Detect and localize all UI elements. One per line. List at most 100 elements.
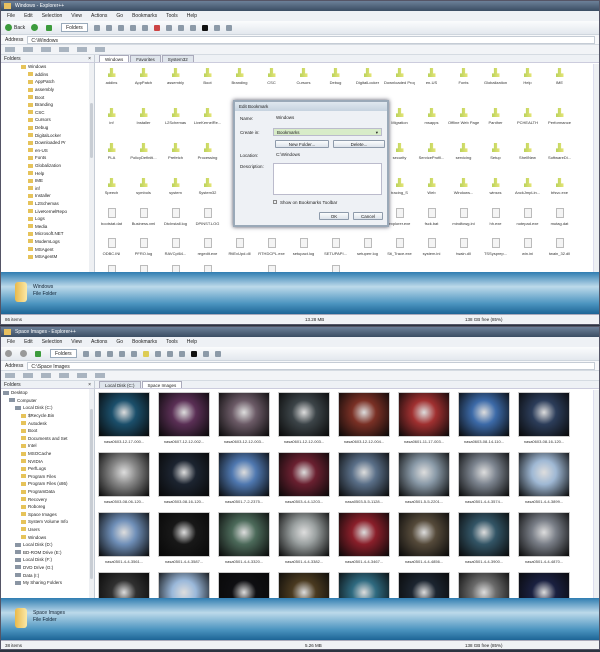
tree-node[interactable]: Documents and Set [1,435,94,443]
thumbnail-item[interactable]: nasa0601-12-12-003... [275,392,333,444]
tab-system32[interactable]: System32 [161,55,194,62]
file-item[interactable]: Processing [192,143,223,160]
menu-view[interactable]: View [71,13,82,19]
file-item[interactable]: system.ini [416,238,447,256]
file-item[interactable]: bfsvc.exe [544,178,575,195]
tree-node[interactable]: addins [21,71,94,79]
drive-icon[interactable] [95,47,105,52]
file-item[interactable]: AnckJmpLin... [512,178,543,195]
file-item[interactable]: DtcInstall.log [160,208,191,226]
file-item[interactable] [256,265,287,272]
delete-icon[interactable] [166,350,173,357]
file-item[interactable]: system [160,178,191,195]
file-item[interactable]: Offline Web Pages [448,108,479,125]
tree-node[interactable]: DigitalLocker [21,131,94,139]
menu-file[interactable]: File [7,339,15,345]
delete-icon[interactable] [153,24,160,31]
thumbnail-item[interactable]: nasa0603-08-14-110... [455,392,513,444]
move-icon[interactable] [177,24,184,31]
tree-node[interactable]: $Recycle.Bin [1,412,94,420]
file-item[interactable]: Prefetch [160,143,191,160]
thumbnail-item[interactable] [155,572,213,598]
file-item[interactable]: assembly [160,68,191,85]
address-input[interactable]: C:\Windows [27,35,595,44]
file-item[interactable]: Branding [224,68,255,85]
cut-icon[interactable] [118,350,125,357]
search-icon[interactable] [82,350,89,357]
tree-node[interactable]: Logs [21,215,94,223]
description-field[interactable] [273,163,382,195]
tree-node[interactable]: Local Disk (F:) [1,556,94,564]
file-item[interactable]: LiveKernelRe... [192,108,223,125]
properties-icon[interactable] [94,350,101,357]
paste-icon[interactable] [142,350,149,357]
menu-help[interactable]: Help [187,13,197,19]
menu-help[interactable]: Help [187,339,197,345]
file-item[interactable]: System32 [192,178,223,195]
drive-icon[interactable] [59,47,69,52]
cancel-button[interactable]: Cancel [353,212,383,220]
file-item[interactable]: Setup [480,143,511,160]
file-item[interactable]: Cursors [288,68,319,85]
cut-icon[interactable] [129,24,136,31]
copy-icon[interactable] [130,350,137,357]
new-folder-icon[interactable] [213,24,220,31]
drive-icon[interactable] [59,373,69,378]
tree-node[interactable]: MSAgent [21,245,94,253]
search-icon[interactable] [93,24,100,31]
menu-tools[interactable]: Tools [166,339,178,345]
tree-node[interactable]: Debug [21,124,94,132]
menu-selection[interactable]: Selection [42,339,63,345]
tree-scrollbar[interactable] [89,63,94,272]
drive-icon[interactable] [23,373,33,378]
show-on-toolbar-checkbox[interactable]: Show on Bookmarks Toolbar [273,200,337,205]
tree-node[interactable]: Help [21,169,94,177]
tree-node[interactable]: Autodesk [1,419,94,427]
file-item[interactable]: Performance [544,108,575,125]
command-prompt-icon[interactable] [190,350,197,357]
tree-node[interactable]: Intel [1,442,94,450]
file-item[interactable]: L2Schemas [160,108,191,125]
tree-node[interactable]: Windows [1,533,94,541]
tree-node[interactable]: Globalization [21,162,94,170]
thumbnail-item[interactable]: nasa0603-08-16-120... [515,392,573,444]
tree-node[interactable]: Data (I:) [1,571,94,579]
thumbnail-item[interactable] [455,572,513,598]
thumbnail-item[interactable] [275,572,333,598]
bookmark-icon[interactable] [214,350,221,357]
tree-node[interactable]: en-US [21,147,94,155]
create-in-select[interactable]: Bookmarks ▾ [273,128,382,136]
tree-node[interactable]: MSAgentM [21,253,94,261]
tree-node[interactable]: AppPatch [21,78,94,86]
thumbnail-item[interactable]: nasa0501-4-4-3561... [95,512,153,564]
file-item[interactable]: twain_32.dll [544,238,575,256]
tree-node[interactable]: Cursors [21,116,94,124]
drive-icon[interactable] [77,47,87,52]
menu-go[interactable]: Go [116,339,123,345]
thumbnail-item[interactable]: nasa0503-4-4-1203... [275,452,333,504]
tree-node[interactable]: Branding [21,101,94,109]
drive-icon[interactable] [41,373,51,378]
thumbnail-item[interactable]: nasa0503-5-5-1128... [335,452,393,504]
tree-node[interactable]: Program Files [1,473,94,481]
bookmark-icon[interactable] [225,24,232,31]
drive-icon[interactable] [5,373,15,378]
thumbnail-item[interactable]: nasa0501-4-4-3900... [455,512,513,564]
file-item[interactable]: bootstat.dat [96,208,127,226]
file-item[interactable]: twain.dll [448,238,479,256]
file-item[interactable]: DigitalLocker [352,68,383,85]
file-item[interactable]: setupact.log [288,238,319,256]
thumbnail-item[interactable]: nasa0501-4-4-3587... [155,512,213,564]
tab-favorites[interactable]: Favorites [130,55,161,62]
tab-space-images[interactable]: Space Images [141,381,183,388]
file-item[interactable] [160,265,191,272]
file-item[interactable]: Panther [480,108,511,125]
tree-node[interactable]: BD-ROM Drive (E:) [1,548,94,556]
file-item[interactable]: mindfowg.ini [448,208,479,226]
back-button[interactable] [5,349,14,358]
tab-windows[interactable]: Windows [99,55,130,62]
thumbnail-item[interactable]: nasa0501-4-4-3899... [515,452,573,504]
tree-node[interactable]: Recovery [1,495,94,503]
tree-node[interactable]: Boot [1,427,94,435]
up-button[interactable] [35,349,44,358]
